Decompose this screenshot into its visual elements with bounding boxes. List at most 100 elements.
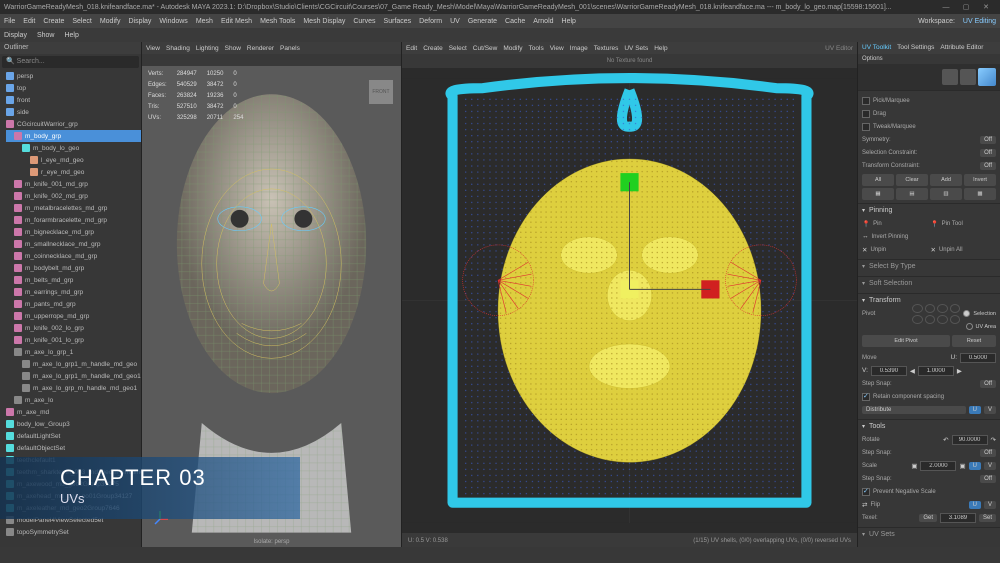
mode-shell-icon[interactable]	[978, 68, 996, 86]
outliner-item[interactable]: m_metalbracelettes_md_grp	[6, 202, 141, 214]
rotate-cw-icon[interactable]: ↷	[991, 436, 996, 444]
outliner-item[interactable]: body_low_Group3	[6, 418, 141, 430]
symmetry-toggle[interactable]: Off	[980, 136, 996, 144]
move-u-input[interactable]	[960, 353, 996, 363]
sel-icon-1[interactable]: ▦	[862, 188, 894, 200]
uv-texture-dropdown[interactable]: No Texture found	[607, 58, 653, 64]
menu-cache[interactable]: Cache	[505, 18, 525, 25]
distribute-button[interactable]: Distribute	[862, 406, 966, 414]
scale-stepsnap[interactable]: Off	[980, 475, 996, 483]
menu-file[interactable]: File	[4, 18, 15, 25]
uv-tools[interactable]: Tools	[529, 45, 544, 52]
scale-input[interactable]	[920, 461, 956, 471]
uv-view[interactable]: View	[550, 45, 564, 52]
menu-deform[interactable]: Deform	[419, 18, 442, 25]
edit-pivot-button[interactable]: Edit Pivot	[862, 335, 950, 347]
softsel-title[interactable]: Soft Selection	[862, 280, 996, 287]
flip-v[interactable]: V	[984, 501, 996, 509]
menu-mesh[interactable]: Mesh	[196, 18, 213, 25]
sel-icon-2[interactable]: ▤	[896, 188, 928, 200]
uv-select[interactable]: Select	[449, 45, 467, 52]
menu-surfaces[interactable]: Surfaces	[384, 18, 412, 25]
pivot-selection[interactable]	[963, 310, 970, 317]
tweak-check[interactable]	[862, 123, 870, 131]
drag-check[interactable]	[862, 110, 870, 118]
outliner-item[interactable]: m_axe_lo_grp1_m_handle_md_geo1	[6, 370, 141, 382]
uv-canvas[interactable]	[402, 68, 857, 533]
workspace-value[interactable]: UV Editing	[963, 18, 996, 25]
outliner-item[interactable]: m_earrings_md_grp	[6, 286, 141, 298]
tool-help[interactable]: Help	[64, 32, 78, 39]
tab-attribute[interactable]: Attribute Editor	[940, 44, 983, 52]
move-step-input[interactable]	[918, 366, 954, 376]
vp-lighting[interactable]: Lighting	[196, 45, 219, 52]
uv-image[interactable]: Image	[570, 45, 588, 52]
outliner-item[interactable]: l_eye_md_geo	[6, 154, 141, 166]
uvsets-title[interactable]: UV Sets	[862, 531, 996, 538]
sel-clear[interactable]: Clear	[896, 174, 928, 186]
scale-down-icon[interactable]: ▣	[911, 462, 917, 470]
prevent-neg-check[interactable]	[862, 488, 870, 496]
tools-title[interactable]: Tools	[862, 423, 996, 430]
outliner-item[interactable]: m_body_grp	[6, 130, 141, 142]
retain-check[interactable]	[862, 393, 870, 401]
outliner-item[interactable]: defaultObjectSet	[6, 442, 141, 454]
flip-u[interactable]: U	[969, 501, 981, 509]
uv-uvsets[interactable]: UV Sets	[624, 45, 648, 52]
outliner-item[interactable]: defaultLightSet	[6, 430, 141, 442]
camera-label[interactable]: FRONT	[369, 80, 393, 104]
sel-icon-4[interactable]: ▩	[964, 188, 996, 200]
rotate-ccw-icon[interactable]: ↶	[943, 436, 948, 444]
uv-textures[interactable]: Textures	[594, 45, 619, 52]
outliner-item[interactable]: m_upperrope_md_grp	[6, 310, 141, 322]
outliner-item[interactable]: m_axe_md	[6, 406, 141, 418]
outliner-item[interactable]: m_bignecklace_md_grp	[6, 226, 141, 238]
outliner-item[interactable]: side	[6, 106, 141, 118]
outliner-item[interactable]: m_coinnecklace_md_grp	[6, 250, 141, 262]
outliner-item[interactable]: m_bodybelt_md_grp	[6, 262, 141, 274]
scale-up-icon[interactable]: ▣	[959, 462, 965, 470]
outliner-item[interactable]: m_axe_lo	[6, 394, 141, 406]
menu-windows[interactable]: Windows	[159, 18, 187, 25]
uv-cutsew[interactable]: Cut/Sew	[473, 45, 498, 52]
selectby-title[interactable]: Select By Type	[862, 263, 996, 270]
mode-vertex-icon[interactable]	[942, 69, 958, 85]
menu-edit[interactable]: Edit	[23, 18, 35, 25]
sel-icon-3[interactable]: ▥	[930, 188, 962, 200]
menu-uv[interactable]: UV	[450, 18, 460, 25]
tool-display[interactable]: Display	[4, 32, 27, 39]
menu-curves[interactable]: Curves	[353, 18, 375, 25]
vp-show[interactable]: Show	[225, 45, 241, 52]
menu-select[interactable]: Select	[72, 18, 91, 25]
sel-invert[interactable]: Invert	[964, 174, 996, 186]
outliner-item[interactable]: front	[6, 94, 141, 106]
menu-modify[interactable]: Modify	[100, 18, 121, 25]
selcon-toggle[interactable]: Off	[980, 149, 996, 157]
scale-v[interactable]: V	[984, 462, 996, 470]
vp-panels[interactable]: Panels	[280, 45, 300, 52]
texel-input[interactable]	[940, 513, 976, 523]
menu-meshtools[interactable]: Mesh Tools	[260, 18, 295, 25]
uv-create[interactable]: Create	[423, 45, 443, 52]
mode-edge-icon[interactable]	[960, 69, 976, 85]
stepsnap-toggle[interactable]: Off	[980, 380, 996, 388]
move-v-input[interactable]	[871, 366, 907, 376]
texel-get[interactable]: Get	[919, 514, 937, 522]
outliner-item[interactable]: m_axe_lo_grp_1	[6, 346, 141, 358]
outliner-item[interactable]: m_axe_lo_grp1_m_handle_md_geo	[6, 358, 141, 370]
outliner-item[interactable]: persp	[6, 70, 141, 82]
reset-pivot-button[interactable]: Reset	[952, 335, 996, 347]
outliner-item[interactable]: m_knife_001_lo_grp	[6, 334, 141, 346]
texel-set[interactable]: Set	[979, 514, 996, 522]
outliner-item[interactable]: m_body_lo_geo	[6, 142, 141, 154]
outliner-item[interactable]: m_forarmbracelette_md_grp	[6, 214, 141, 226]
transcon-toggle[interactable]: Off	[980, 162, 996, 170]
menu-generate[interactable]: Generate	[468, 18, 497, 25]
uv-help[interactable]: Help	[654, 45, 667, 52]
menu-editmesh[interactable]: Edit Mesh	[221, 18, 252, 25]
outliner-item[interactable]: r_eye_md_geo	[6, 166, 141, 178]
right-arrow-icon[interactable]: ▶	[957, 367, 962, 375]
outliner-item[interactable]: topoSymmetrySet	[6, 526, 141, 538]
close-icon[interactable]: ✕	[976, 3, 996, 11]
outliner-item[interactable]: m_knife_002_md_grp	[6, 190, 141, 202]
